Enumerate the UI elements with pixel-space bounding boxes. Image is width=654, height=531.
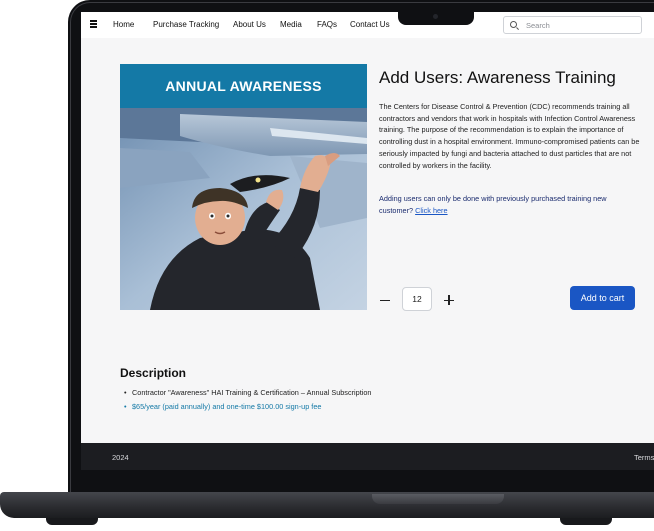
add-to-cart-button[interactable]: Add to cart xyxy=(570,286,635,310)
top-nav: Home Purchase Tracking About Us Media FA… xyxy=(81,12,654,38)
nav-about-us[interactable]: About Us xyxy=(233,20,266,29)
worker-photo xyxy=(120,108,367,310)
laptop-base xyxy=(0,492,654,518)
product-title: Add Users: Awareness Training xyxy=(379,68,616,87)
description-list: Contractor "Awareness" HAI Training & Ce… xyxy=(124,387,374,415)
quantity-decrease-button[interactable] xyxy=(378,293,392,307)
add-users-note: Adding users can only be done with previ… xyxy=(379,193,641,216)
image-banner-text: ANNUAL AWARENESS xyxy=(165,78,322,94)
quantity-increase-button[interactable] xyxy=(442,293,456,307)
laptop-foot-left xyxy=(46,518,98,525)
nav-home[interactable]: Home xyxy=(113,20,134,29)
search-input[interactable] xyxy=(526,20,636,31)
nav-faqs[interactable]: FAQs xyxy=(317,20,337,29)
click-here-link[interactable]: Click here xyxy=(415,206,447,215)
laptop-screen: Home Purchase Tracking About Us Media FA… xyxy=(81,12,654,470)
list-item-price: $65/year (paid annually) and one-time $1… xyxy=(124,401,374,413)
nav-contact-us[interactable]: Contact Us xyxy=(350,20,390,29)
quantity-input[interactable] xyxy=(402,287,432,311)
add-users-note-text: Adding users can only be done with previ… xyxy=(379,194,607,215)
laptop-base-notch xyxy=(372,494,504,504)
description-heading: Description xyxy=(120,366,187,380)
menu-icon[interactable] xyxy=(90,20,97,28)
product-description: The Centers for Disease Control & Preven… xyxy=(379,102,640,170)
nav-media[interactable]: Media xyxy=(280,20,302,29)
camera-notch xyxy=(398,12,474,25)
search-icon xyxy=(510,21,517,28)
footer: 2024 Terms xyxy=(81,443,654,470)
laptop-foot-right xyxy=(560,518,612,525)
image-banner: ANNUAL AWARENESS xyxy=(120,64,367,108)
product-image: ANNUAL AWARENESS xyxy=(120,64,367,310)
search-box xyxy=(503,16,642,34)
footer-year: 2024 xyxy=(112,453,129,462)
footer-terms-link[interactable]: Terms xyxy=(634,453,654,462)
list-item: Contractor "Awareness" HAI Training & Ce… xyxy=(124,387,374,399)
nav-purchase-tracking[interactable]: Purchase Tracking xyxy=(153,20,219,29)
